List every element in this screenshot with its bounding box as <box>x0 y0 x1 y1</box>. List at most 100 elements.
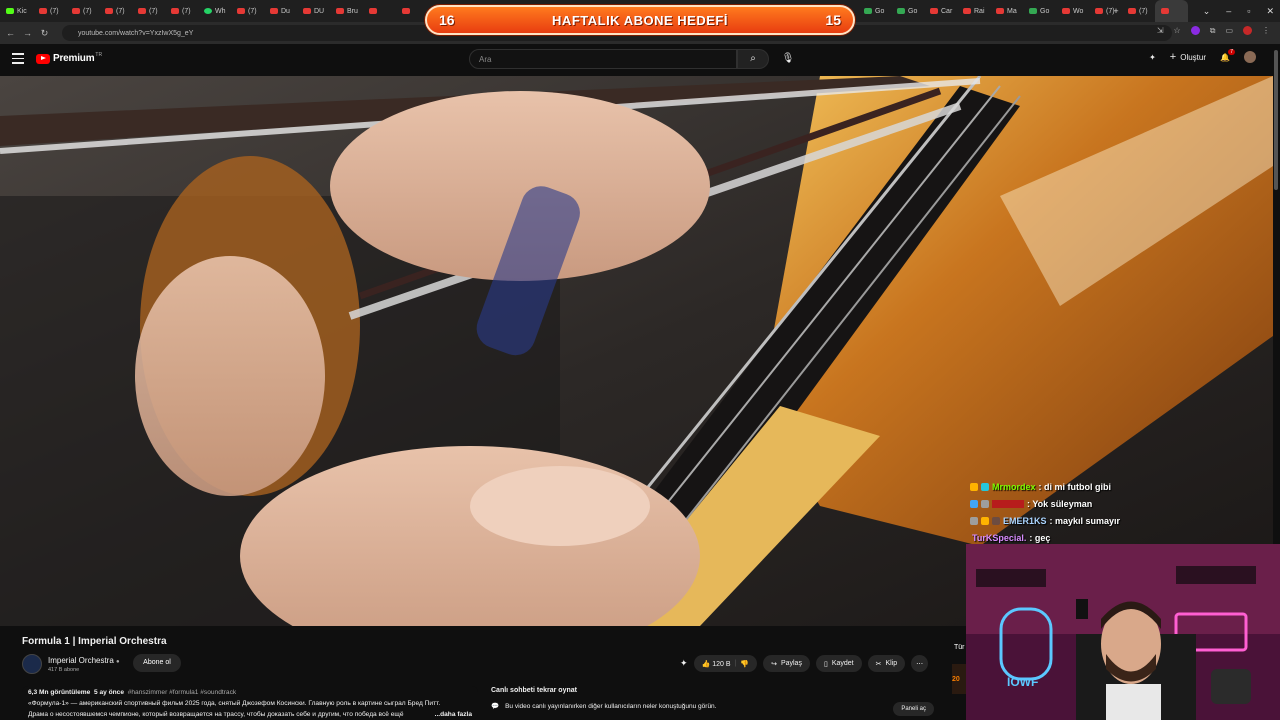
sidebar-thumbnail-partial[interactable]: 20 <box>952 664 966 694</box>
browser-tab[interactable] <box>363 0 396 22</box>
notifications-button[interactable]: 🔔 7 <box>1220 48 1235 62</box>
url-text: youtube.com/watch?v=YxzIwX5g_eY <box>78 29 194 37</box>
sidebar-filter-label[interactable]: Tür <box>954 644 965 651</box>
browser-tab[interactable]: (7) <box>231 0 264 22</box>
gamepad-icon[interactable]: ✦ <box>680 658 688 669</box>
maximize-button[interactable]: ▫ <box>1247 6 1250 16</box>
browser-tab[interactable]: (7) <box>99 0 132 22</box>
kebab-menu-icon[interactable]: ⋮ <box>1262 26 1270 36</box>
chat-replay-title: Canlı sohbeti tekrar oynat <box>491 687 577 694</box>
description-line: «Формула-1» — американский спортивный фи… <box>28 700 441 707</box>
clip-label: Klip <box>885 660 898 667</box>
browser-tab[interactable]: (7) <box>33 0 66 22</box>
profile-avatar[interactable] <box>1243 26 1252 35</box>
tab-label: DU <box>314 7 325 15</box>
chevron-down-icon[interactable]: ⌄ <box>1203 6 1211 17</box>
account-avatar[interactable] <box>1244 51 1256 63</box>
browser-tab[interactable]: (7) <box>165 0 198 22</box>
channel-info[interactable]: Imperial Orchestra ● 417 B abone <box>22 654 120 674</box>
chat-text: : geç <box>1029 532 1051 543</box>
more-icon: ⋯ <box>916 660 924 668</box>
tab-favicon-icon <box>369 8 377 14</box>
tab-label: (7) <box>248 7 257 15</box>
hamburger-menu-icon[interactable] <box>12 53 24 64</box>
browser-tab[interactable]: Car <box>924 0 957 22</box>
share-label: Paylaş <box>780 660 802 667</box>
tab-label: Kic <box>17 7 27 15</box>
thumbs-up-icon: 👍 <box>701 660 711 668</box>
reload-icon[interactable]: ↻ <box>38 28 51 39</box>
install-icon[interactable]: ⇲ <box>1157 26 1164 36</box>
close-button[interactable]: ✕ <box>1266 6 1274 17</box>
chat-badge-icon <box>992 516 1000 525</box>
tab-label: Wo <box>1073 7 1084 15</box>
create-button[interactable]: + Oluştur <box>1170 51 1206 63</box>
browser-tab[interactable]: Go <box>858 0 891 22</box>
tab-favicon-icon <box>171 8 179 14</box>
browser-tab[interactable]: Kic <box>0 0 33 22</box>
chat-bubble-icon: 💬 <box>491 703 500 710</box>
save-button[interactable]: ▯ Kaydet <box>815 655 862 672</box>
subscriber-count: 417 B abone <box>48 666 80 673</box>
tab-favicon-icon <box>237 8 245 14</box>
search-button[interactable]: ⌕ <box>737 49 769 69</box>
forward-icon[interactable]: → <box>21 28 34 38</box>
goal-current-count: 16 <box>439 12 455 28</box>
gamepad-icon[interactable]: ✦ <box>1149 53 1156 62</box>
browser-tab[interactable]: (7) <box>1122 0 1155 22</box>
chat-replay-box: Canlı sohbeti tekrar oynat 💬 Bu video ca… <box>485 684 939 720</box>
dislike-button[interactable]: 👎 <box>740 660 749 668</box>
browser-tab[interactable]: Wo <box>1056 0 1089 22</box>
tab-label: Go <box>875 7 885 15</box>
webcam-scene: IOWF <box>966 544 1280 720</box>
video-description[interactable]: 6,3 Mn görüntüleme 5 ay önce #hanszimmer… <box>22 686 478 720</box>
minimize-button[interactable]: – <box>1226 6 1231 16</box>
hashtags[interactable]: #hanszimmer #formula1 #soundtrack <box>128 689 236 696</box>
browser-tab[interactable]: Go <box>1023 0 1056 22</box>
voice-search-button[interactable]: 🎙 <box>778 49 798 69</box>
page-scrollbar[interactable] <box>1274 50 1278 190</box>
new-tab-icon[interactable]: + <box>1113 6 1118 16</box>
star-icon[interactable]: ☆ <box>1174 26 1181 36</box>
tab-label: (7) <box>116 7 125 15</box>
youtube-logo[interactable]: Premium TR <box>36 51 103 64</box>
browser-tab[interactable]: Wh <box>198 0 231 22</box>
logo-text: Premium <box>53 53 95 64</box>
youtube-play-icon <box>36 53 50 64</box>
browser-tab[interactable]: Ma <box>990 0 1023 22</box>
chat-message-text: maykıl sumayır <box>1055 515 1121 526</box>
back-icon[interactable]: ← <box>4 28 17 38</box>
cast-icon[interactable]: ▭ <box>1225 26 1233 36</box>
clip-button[interactable]: ✂ Klip <box>867 655 906 672</box>
channel-avatar[interactable] <box>22 654 42 674</box>
chat-message: : Yok süleyman <box>970 495 1120 512</box>
show-more-link[interactable]: ...daha fazla <box>431 709 472 720</box>
chat-badge-icon <box>981 482 989 491</box>
plus-icon: + <box>1169 51 1177 63</box>
browser-tab[interactable]: (7) <box>66 0 99 22</box>
tab-favicon-icon <box>270 8 278 14</box>
subscribe-button[interactable]: Abone ol <box>133 654 181 672</box>
browser-tab[interactable]: Bru <box>330 0 363 22</box>
browser-tab[interactable]: (7) <box>132 0 165 22</box>
search-input[interactable]: Ara <box>469 49 737 69</box>
save-label: Kaydet <box>831 660 854 667</box>
scissors-icon: ✂ <box>875 660 882 668</box>
channel-name[interactable]: Imperial Orchestra <box>48 656 114 665</box>
browser-tab[interactable]: Go <box>891 0 924 22</box>
browser-tab[interactable]: DU <box>297 0 330 22</box>
extension-icon[interactable] <box>1190 26 1200 35</box>
share-button[interactable]: ↪ Paylaş <box>763 655 810 672</box>
puzzle-icon[interactable]: ⧉ <box>1210 26 1216 36</box>
tab-favicon-icon <box>39 8 47 14</box>
tab-favicon-icon <box>303 8 311 14</box>
browser-tab[interactable]: Rai <box>957 0 990 22</box>
more-actions-button[interactable]: ⋯ <box>911 655 929 672</box>
logo-country: TR <box>95 51 103 58</box>
open-panel-button[interactable]: Paneli aç <box>893 702 934 716</box>
like-button[interactable]: 👍 120 B <box>702 660 731 668</box>
chat-message-text: geç <box>1034 532 1051 543</box>
tab-favicon-icon <box>930 8 938 14</box>
browser-tab[interactable]: Du <box>264 0 297 22</box>
header-actions: ✦ + Oluştur 🔔 7 <box>1149 48 1256 63</box>
